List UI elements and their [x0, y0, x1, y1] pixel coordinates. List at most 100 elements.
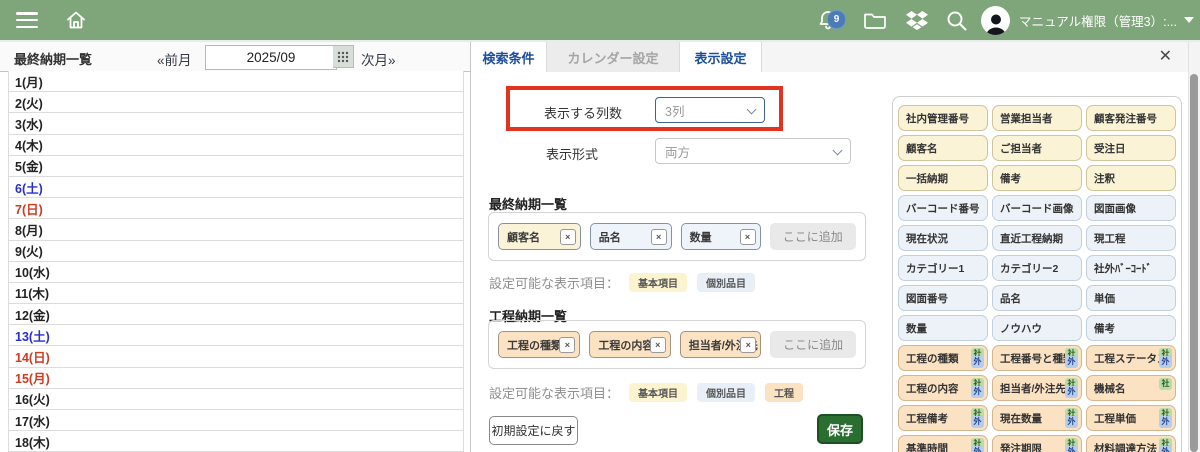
calendar-day-row[interactable]: 2(火) — [9, 92, 463, 113]
reset-defaults-button[interactable]: 初期設定に戻す — [489, 416, 578, 445]
tab-display-settings[interactable]: 表示設定 — [680, 42, 762, 72]
palette-item[interactable]: 顧客発注番号 — [1086, 105, 1176, 131]
chip-customer-name[interactable]: 顧客名 × — [498, 223, 581, 250]
palette-item[interactable]: 工程の内容 社 外 — [898, 375, 988, 401]
chip-process-content[interactable]: 工程の内容 × — [589, 331, 670, 358]
calendar-day-row[interactable]: 1(月) — [9, 71, 463, 92]
notification-bell-icon[interactable]: 9 — [816, 8, 840, 32]
user-avatar[interactable] — [981, 6, 1010, 35]
calendar-day-row[interactable]: 4(木) — [9, 135, 463, 156]
chip-quantity[interactable]: 数量 × — [681, 223, 761, 250]
palette-item[interactable]: 担当者/外注先 社 外 — [992, 375, 1082, 401]
palette-item[interactable]: 営業担当者 — [992, 105, 1082, 131]
palette-item[interactable]: 工程番号と種類 社 外 — [992, 345, 1082, 371]
palette-item[interactable]: 図面番号 — [898, 285, 988, 311]
palette-item[interactable]: バーコード画像 — [992, 195, 1082, 221]
calendar-day-row[interactable]: 12(金) — [9, 304, 463, 325]
palette-item[interactable]: 現在数量 社 外 — [992, 405, 1082, 431]
palette-item[interactable]: 受注日 — [1086, 135, 1176, 161]
remove-chip-icon[interactable]: × — [740, 337, 756, 353]
folder-icon[interactable] — [862, 8, 888, 32]
tab-calendar-settings[interactable]: カレンダー設定 — [547, 42, 680, 72]
palette-item[interactable]: 材料調達方法 社 外 — [1086, 435, 1176, 452]
calendar-day-row[interactable]: 10(水) — [9, 262, 463, 283]
prev-month-button[interactable]: «前月 — [157, 49, 192, 69]
tab-search-conditions[interactable]: 検索条件 — [471, 42, 547, 72]
hamburger-menu-icon[interactable] — [16, 12, 38, 28]
chip-process-type[interactable]: 工程の種類 × — [498, 331, 580, 358]
palette-item[interactable]: バーコード番号 — [898, 195, 988, 221]
palette-item[interactable]: 社内管理番号 — [898, 105, 988, 131]
day-label: 12(金) — [15, 305, 50, 324]
calendar-day-row[interactable]: 9(火) — [9, 241, 463, 262]
calendar-day-row[interactable]: 6(土) — [9, 177, 463, 198]
palette-item-label: 顧客名 — [906, 141, 938, 156]
palette-item-label: ご担当者 — [1000, 141, 1042, 156]
palette-item-label: 品名 — [1000, 291, 1021, 306]
palette-item[interactable]: 現工程 — [1086, 225, 1176, 251]
columns-count-select[interactable]: 3列 — [655, 97, 765, 123]
vertical-scrollbar-thumb[interactable] — [1190, 74, 1198, 452]
calendar-day-row[interactable]: 11(木) — [9, 283, 463, 304]
palette-item[interactable]: 数量 — [898, 315, 988, 341]
palette-item[interactable]: 工程単価 社 外 — [1086, 405, 1176, 431]
save-button[interactable]: 保存 — [817, 414, 863, 444]
palette-item-label: 社外ﾊﾞｰｺｰﾄﾞ — [1094, 261, 1152, 276]
settings-tabstrip: 検索条件 カレンダー設定 表示設定 ✕ — [471, 42, 1188, 73]
palette-item[interactable]: 発注期限 社 外 — [992, 435, 1082, 452]
home-icon[interactable] — [64, 8, 88, 32]
palette-item[interactable]: 備考 — [1086, 315, 1176, 341]
next-month-button[interactable]: 次月» — [361, 49, 396, 69]
palette-item[interactable]: カテゴリー1 — [898, 255, 988, 281]
palette-item[interactable]: 単価 — [1086, 285, 1176, 311]
chip-assignee-subcontractor[interactable]: 担当者/外注先 × — [680, 331, 761, 358]
add-here-dropzone[interactable]: ここに追加 — [770, 223, 856, 250]
month-input[interactable] — [205, 45, 337, 70]
palette-item[interactable]: 基準時間 社 外 — [898, 435, 988, 452]
palette-item[interactable]: ノウハウ — [992, 315, 1082, 341]
palette-item[interactable]: 図面画像 — [1086, 195, 1176, 221]
calendar-day-row[interactable]: 16(火) — [9, 389, 463, 410]
calendar-day-row[interactable]: 14(日) — [9, 346, 463, 367]
close-icon[interactable]: ✕ — [1159, 47, 1172, 67]
palette-item[interactable]: ご担当者 — [992, 135, 1082, 161]
palette-item[interactable]: カテゴリー2 — [992, 255, 1082, 281]
palette-item[interactable]: 一括納期 — [898, 165, 988, 191]
palette-item-label: 工程番号と種類 — [1000, 351, 1074, 366]
palette-item[interactable]: 社外ﾊﾞｰｺｰﾄﾞ — [1086, 255, 1176, 281]
display-format-select[interactable]: 両方 — [655, 138, 851, 164]
palette-item[interactable]: 備考 — [992, 165, 1082, 191]
palette-item[interactable]: 工程ステータス 社 外 — [1086, 345, 1176, 371]
add-here-dropzone[interactable]: ここに追加 — [770, 331, 856, 358]
user-menu-caret-icon[interactable] — [1184, 17, 1194, 23]
palette-item[interactable]: 品名 — [992, 285, 1082, 311]
remove-chip-icon[interactable]: × — [651, 229, 667, 245]
badge-external: 外 — [971, 386, 984, 398]
calendar-day-row[interactable]: 7(日) — [9, 198, 463, 219]
page-title: 最終納期一覧 — [14, 49, 92, 68]
palette-item[interactable]: 直近工程納期 — [992, 225, 1082, 251]
user-role-label[interactable]: マニュアル権限（管理3）:... — [1019, 11, 1177, 30]
dropbox-icon[interactable] — [904, 8, 930, 32]
palette-item[interactable]: 工程の種類 社 外 — [898, 345, 988, 371]
remove-chip-icon[interactable]: × — [559, 337, 575, 353]
calendar-day-row[interactable]: 13(土) — [9, 325, 463, 346]
calendar-day-row[interactable]: 18(木) — [9, 431, 463, 452]
palette-item[interactable]: 現在状況 — [898, 225, 988, 251]
calendar-day-row[interactable]: 5(金) — [9, 156, 463, 177]
palette-item[interactable]: 注釈 — [1086, 165, 1176, 191]
chip-product-name[interactable]: 品名 × — [590, 223, 672, 250]
calendar-day-row[interactable]: 3(水) — [9, 113, 463, 134]
remove-chip-icon[interactable]: × — [740, 229, 756, 245]
search-icon[interactable] — [944, 8, 969, 33]
palette-item-label: 工程の種類 — [906, 351, 959, 366]
palette-item[interactable]: 顧客名 — [898, 135, 988, 161]
date-picker-icon[interactable] — [333, 45, 354, 68]
calendar-day-row[interactable]: 15(月) — [9, 368, 463, 389]
calendar-day-row[interactable]: 8(月) — [9, 219, 463, 240]
remove-chip-icon[interactable]: × — [560, 229, 576, 245]
calendar-day-row[interactable]: 17(水) — [9, 410, 463, 431]
palette-item[interactable]: 工程備考 社 外 — [898, 405, 988, 431]
palette-item[interactable]: 機械名 社 — [1086, 375, 1176, 401]
remove-chip-icon[interactable]: × — [650, 337, 666, 353]
